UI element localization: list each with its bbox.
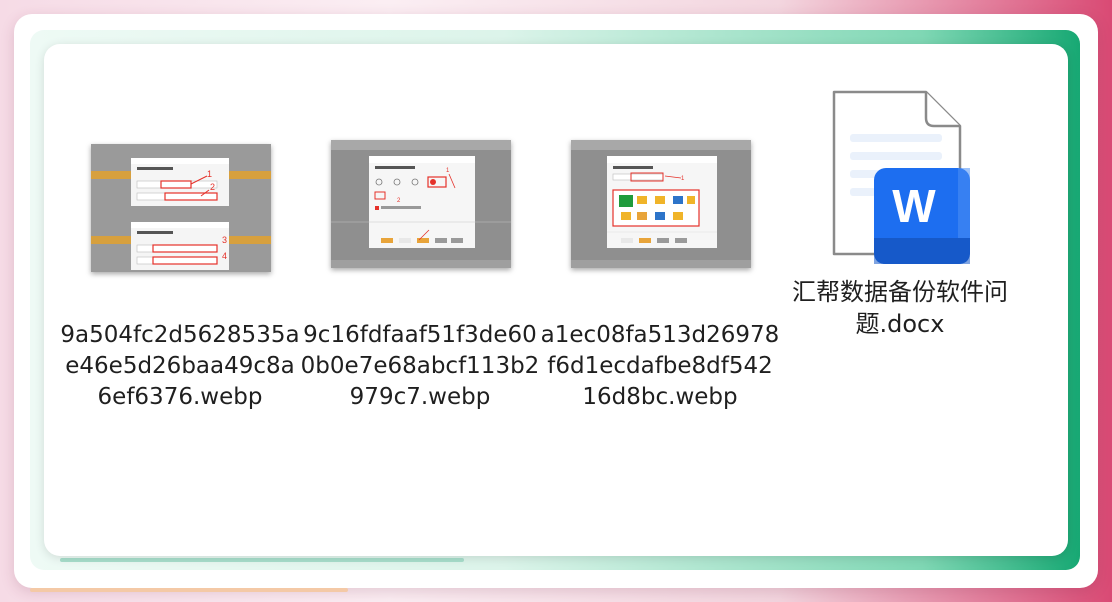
annotation-marker: 4 bbox=[222, 251, 227, 261]
file-name[interactable]: 9a504fc2d5628535ae46e5d26baa49c8a6ef6376… bbox=[60, 320, 300, 413]
file-item[interactable]: 1 a1ec08fa513d26978f6d1ecdafbe8df54216d8… bbox=[540, 44, 780, 444]
file-name[interactable]: 汇帮数据备份软件问题.docx bbox=[780, 276, 1020, 340]
decorative-line bbox=[60, 558, 464, 562]
file-name[interactable]: a1ec08fa513d26978f6d1ecdafbe8df54216d8bc… bbox=[540, 320, 780, 413]
annotation-marker: 2 bbox=[210, 182, 215, 192]
file-item[interactable]: 1 2 9c16fdfaaf51f3de600b0e7e68abcf113b29… bbox=[300, 44, 540, 444]
file-browser-pane: 1 2 3 4 9a504fc2d5628535ae46e5d26baa49c8… bbox=[44, 44, 1068, 556]
file-thumbnail[interactable]: 1 2 bbox=[331, 140, 511, 268]
file-name[interactable]: 9c16fdfaaf51f3de600b0e7e68abcf113b2979c7… bbox=[300, 320, 540, 413]
file-item[interactable]: W 汇帮数据备份软件问题.docx bbox=[780, 44, 1020, 444]
annotation-marker: 1 bbox=[207, 169, 212, 179]
word-document-icon[interactable]: W bbox=[830, 88, 980, 272]
decorative-line bbox=[30, 588, 348, 592]
file-item[interactable]: 1 2 3 4 9a504fc2d5628535ae46e5d26baa49c8… bbox=[60, 44, 300, 444]
annotation-marker: 3 bbox=[222, 235, 227, 245]
file-thumbnail[interactable]: 1 2 3 4 bbox=[91, 144, 271, 272]
word-logo-letter: W bbox=[892, 180, 936, 232]
file-thumbnail[interactable]: 1 bbox=[571, 140, 751, 268]
